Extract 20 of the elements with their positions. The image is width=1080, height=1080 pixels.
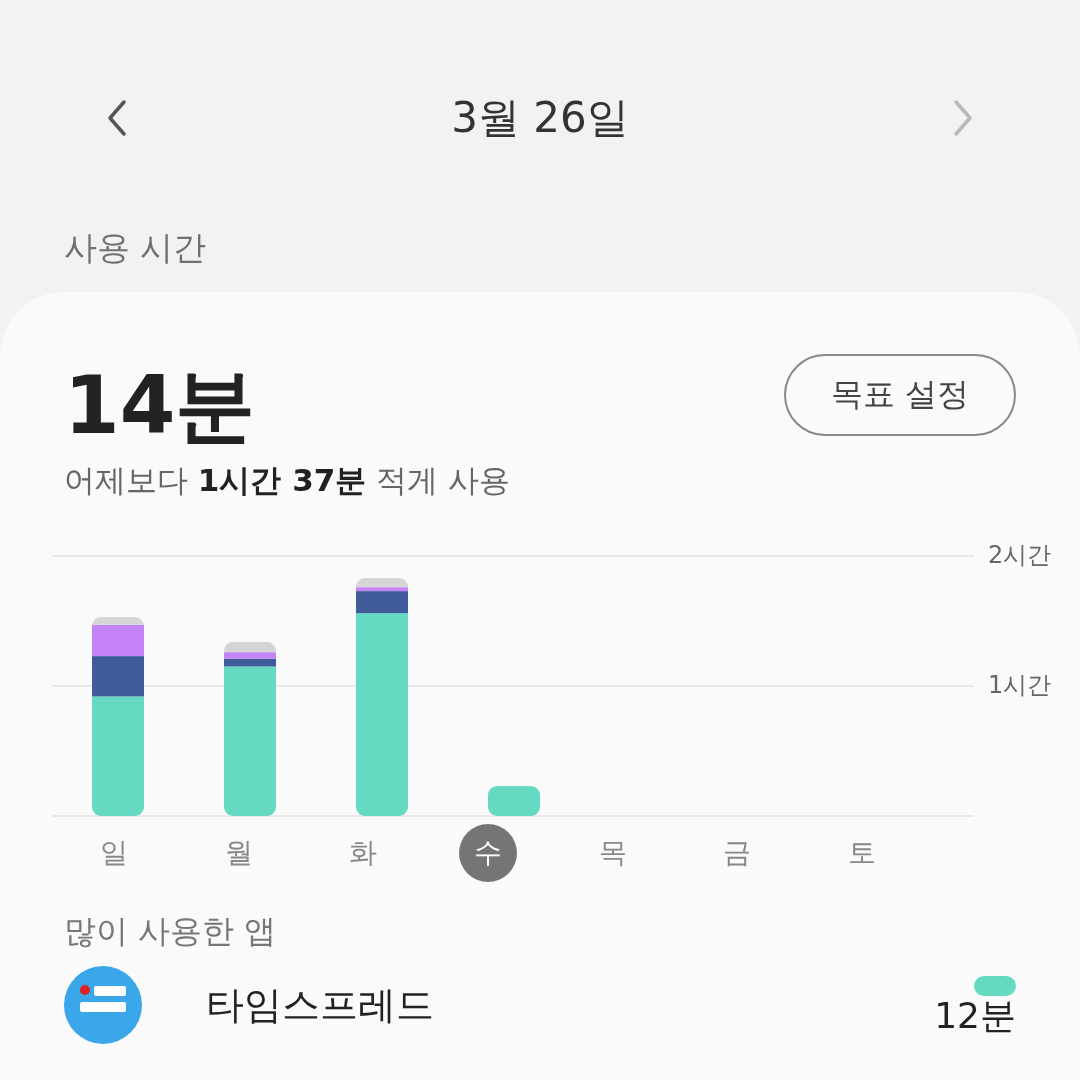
most-used-apps-title: 많이 사용한 앱 (64, 911, 278, 952)
comparison-text: 어제보다 1시간 37분 적게 사용 (64, 461, 512, 500)
section-title: 사용 시간 (63, 227, 208, 269)
axis-label: 2시간 (988, 540, 1052, 571)
bar-segment (488, 786, 540, 816)
day-label[interactable]: 토 (832, 824, 891, 882)
day-label[interactable]: 목 (583, 824, 642, 882)
day-label[interactable]: 월 (209, 824, 268, 882)
axis-label: 1시간 (988, 670, 1052, 701)
usage-bar (974, 976, 1016, 996)
total-usage-time: 14분 (64, 362, 256, 450)
day-label[interactable]: 금 (708, 824, 767, 882)
app-name: 타임스프레드 (206, 981, 435, 1029)
app-icon (64, 966, 142, 1044)
app-usage-time: 12분 (934, 998, 1016, 1034)
goal-setting-button[interactable]: 목표 설정 (784, 354, 1016, 436)
day-label[interactable]: 일 (85, 824, 144, 882)
date-title: 3월 26일 (451, 92, 629, 144)
day-label[interactable]: 수 (459, 824, 517, 882)
day-label[interactable]: 화 (334, 824, 393, 882)
